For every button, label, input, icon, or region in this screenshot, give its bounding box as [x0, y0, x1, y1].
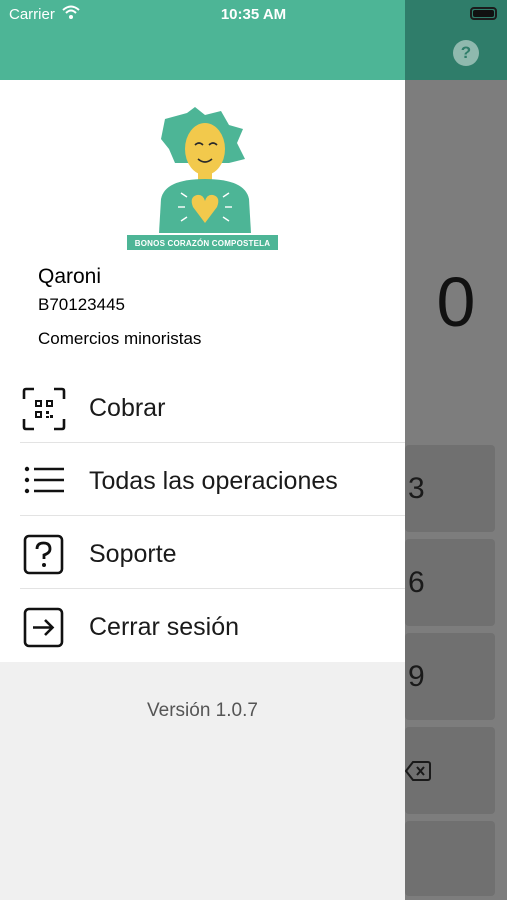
keypad-confirm-key[interactable] — [405, 821, 495, 896]
menu-label-cobrar: Cobrar — [89, 394, 166, 422]
business-category: Comercios minoristas — [38, 329, 202, 348]
status-bar: Carrier 10:35 AM — [0, 0, 507, 30]
backspace-icon — [405, 761, 431, 781]
menu-label-cerrar-sesion: Cerrar sesión — [89, 613, 240, 641]
keypad-key-3[interactable]: 3 — [405, 445, 495, 532]
logo-banner-text: BONOS CORAZÓN COMPOSTELA — [134, 239, 271, 248]
side-drawer: BONOS CORAZÓN COMPOSTELA Qaroni B7012344… — [0, 0, 405, 900]
tax-id: B70123445 — [38, 295, 125, 314]
help-icon[interactable]: ? — [453, 40, 479, 66]
menu-item-cobrar[interactable]: Cobrar — [0, 370, 405, 443]
logout-icon — [23, 607, 64, 648]
app-version: Versión 1.0.7 — [147, 700, 258, 721]
menu-item-soporte[interactable]: Soporte — [0, 516, 405, 589]
menu-label-todas-las-operaciones: Todas las operaciones — [89, 467, 338, 495]
keypad-backspace-key[interactable] — [405, 727, 495, 814]
battery-icon — [470, 7, 497, 20]
keypad-key-9[interactable]: 9 — [405, 633, 495, 720]
menu-item-todas-las-operaciones[interactable]: Todas las operaciones — [0, 443, 405, 516]
profile-section: BONOS CORAZÓN COMPOSTELA Qaroni B7012344… — [0, 80, 405, 370]
qr-code-icon — [22, 387, 66, 431]
list-icon — [24, 466, 64, 494]
company-name: Qaroni — [38, 265, 102, 288]
keypad-key-6[interactable]: 6 — [405, 539, 495, 626]
menu-item-cerrar-sesion[interactable]: Cerrar sesión — [0, 589, 405, 662]
clock: 10:35 AM — [220, 6, 287, 23]
drawer-menu: Cobrar Todas las operaciones Soporte Cer… — [0, 370, 405, 662]
menu-label-soporte: Soporte — [89, 540, 177, 568]
amount-display: 0 — [436, 263, 476, 341]
bonos-logo — [127, 107, 278, 250]
question-square-icon — [23, 534, 64, 575]
